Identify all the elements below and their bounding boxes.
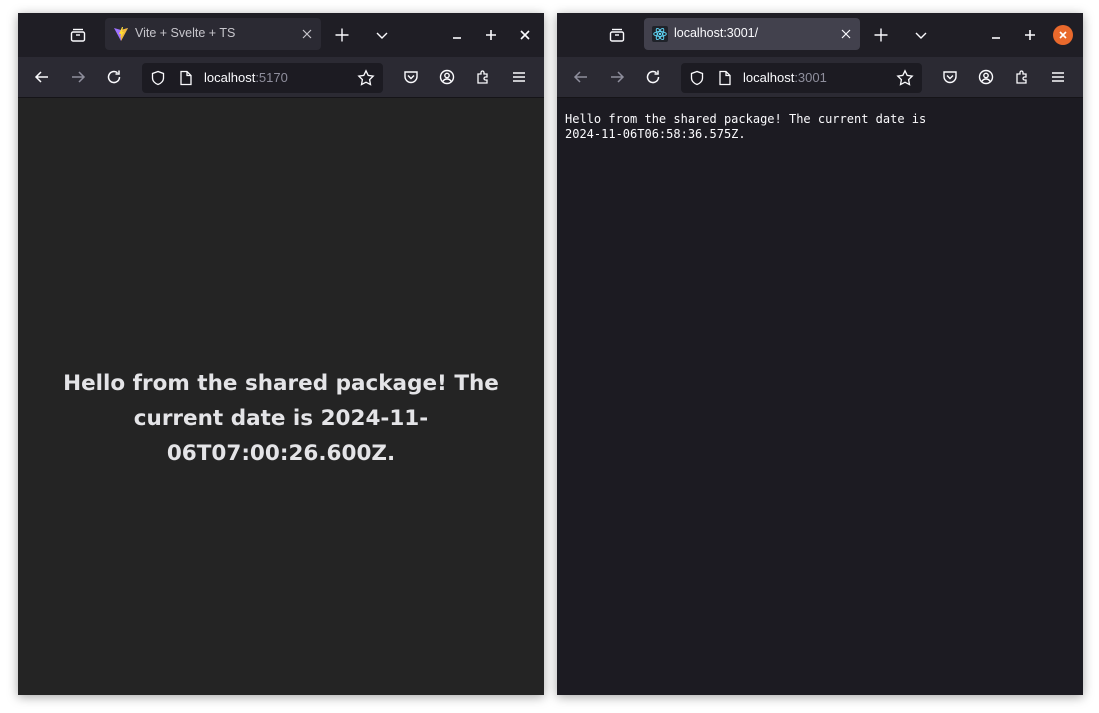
tab-close-icon[interactable] [297, 24, 317, 44]
tab-bar: Vite + Svelte + TS [18, 13, 544, 57]
new-tab-icon[interactable] [866, 20, 896, 50]
close-icon[interactable] [510, 20, 540, 50]
tab-list-icon[interactable] [367, 20, 397, 50]
collections-icon[interactable] [63, 20, 93, 50]
menu-icon[interactable] [1043, 62, 1073, 92]
page-icon[interactable] [718, 70, 732, 90]
tab-title: Vite + Svelte + TS [135, 26, 236, 40]
url-text[interactable]: localhost:5170 [204, 70, 288, 85]
collections-icon[interactable] [602, 20, 632, 50]
extensions-icon[interactable] [1007, 62, 1037, 92]
vite-logo-icon [113, 26, 129, 42]
browser-window-right: localhost:3001/ localhost:3001 Hello fro… [557, 13, 1083, 695]
shared-package-message: Hello from the shared package! The curre… [63, 371, 499, 466]
pocket-icon[interactable] [396, 62, 426, 92]
page-icon[interactable] [179, 70, 193, 90]
forward-icon[interactable] [63, 62, 93, 92]
url-port: :5170 [255, 70, 288, 85]
page-content: Hello from the shared package! The curre… [557, 98, 1083, 695]
star-icon[interactable] [896, 69, 914, 91]
account-icon[interactable] [971, 62, 1001, 92]
react-logo-icon [652, 26, 668, 42]
tab-vite-svelte[interactable]: Vite + Svelte + TS [105, 18, 321, 50]
tab-list-icon[interactable] [906, 20, 936, 50]
maximize-icon[interactable] [476, 20, 506, 50]
menu-icon[interactable] [504, 62, 534, 92]
shield-icon[interactable] [689, 70, 705, 90]
url-port: :3001 [794, 70, 827, 85]
url-text[interactable]: localhost:3001 [743, 70, 827, 85]
tab-close-icon[interactable] [836, 24, 856, 44]
maximize-icon[interactable] [1015, 20, 1045, 50]
close-icon[interactable] [1053, 25, 1073, 45]
url-bar[interactable]: localhost:3001 [681, 63, 922, 93]
nav-toolbar: localhost:3001 [557, 57, 1083, 98]
shared-package-message: Hello from the shared package! The curre… [565, 112, 927, 141]
star-icon[interactable] [357, 69, 375, 91]
shield-icon[interactable] [150, 70, 166, 90]
extensions-icon[interactable] [468, 62, 498, 92]
minimize-icon[interactable] [981, 20, 1011, 50]
url-host: localhost [204, 70, 256, 85]
tab-bar: localhost:3001/ [557, 13, 1083, 57]
minimize-icon[interactable] [442, 20, 472, 50]
page-content: Hello from the shared package! The curre… [18, 98, 544, 695]
tab-title: localhost:3001/ [674, 26, 759, 40]
url-host: localhost [743, 70, 795, 85]
new-tab-icon[interactable] [327, 20, 357, 50]
tab-localhost-3001[interactable]: localhost:3001/ [644, 18, 860, 50]
reload-icon[interactable] [638, 62, 668, 92]
back-icon[interactable] [27, 62, 57, 92]
reload-icon[interactable] [99, 62, 129, 92]
account-icon[interactable] [432, 62, 462, 92]
back-icon[interactable] [566, 62, 596, 92]
browser-window-left: Vite + Svelte + TS localhost:5170 Hello … [18, 13, 544, 695]
forward-icon[interactable] [602, 62, 632, 92]
url-bar[interactable]: localhost:5170 [142, 63, 383, 93]
nav-toolbar: localhost:5170 [18, 57, 544, 98]
pocket-icon[interactable] [935, 62, 965, 92]
